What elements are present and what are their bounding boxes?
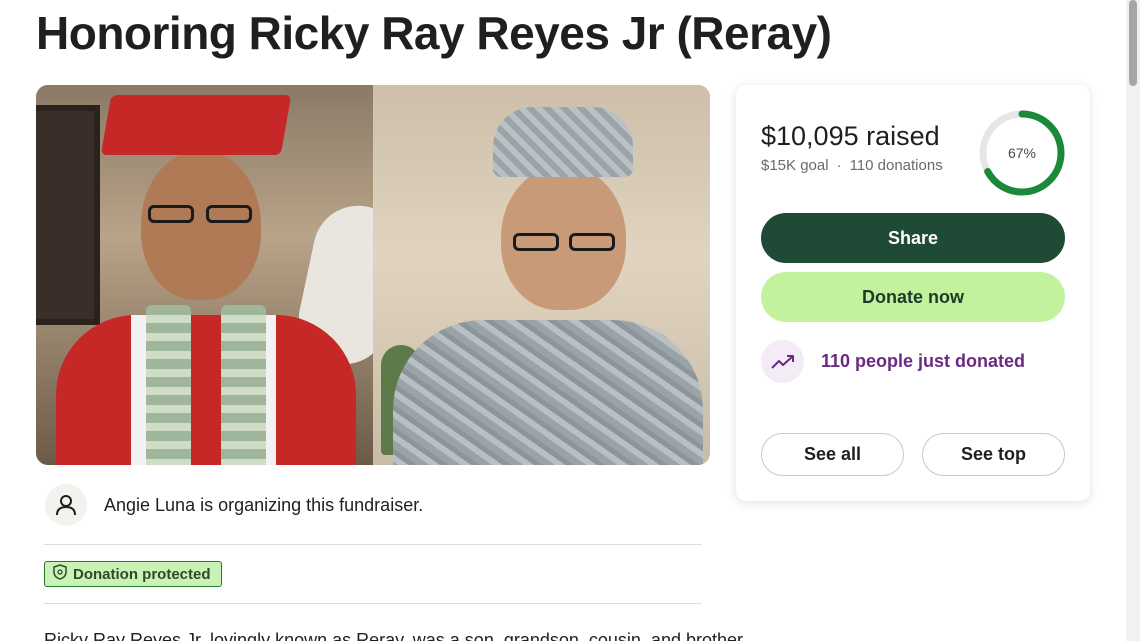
share-button[interactable]: Share (761, 213, 1065, 263)
organizer-text: Angie Luna is organizing this fundraiser… (104, 494, 424, 515)
picture-frame (36, 105, 100, 325)
organizer-row[interactable]: Angie Luna is organizing this fundraiser… (45, 484, 423, 526)
scrollbar-thumb[interactable] (1129, 0, 1137, 86)
goal-amount: $15K goal (761, 157, 829, 174)
glasses-left (148, 205, 194, 223)
graduation-cap (100, 95, 292, 155)
donation-protected-badge[interactable]: Donation protected (44, 561, 222, 587)
donation-card: $10,095 raised $15K goal · 110 donations… (736, 85, 1090, 501)
page-title: Honoring Ricky Ray Reyes Jr (Reray) (36, 7, 832, 59)
donation-count: 110 donations (849, 157, 943, 174)
shield-icon (53, 563, 67, 585)
amount-raised: $10,095 raised (761, 121, 940, 151)
graduate-face (141, 150, 261, 300)
glasses-left (513, 233, 559, 251)
military-uniform (393, 320, 703, 465)
divider (44, 603, 702, 604)
graduation-photo (36, 85, 373, 465)
graduation-gown (56, 315, 356, 465)
trending-up-icon (761, 340, 804, 383)
donate-now-button[interactable]: Donate now (761, 272, 1065, 322)
donation-protected-label: Donation protected (73, 565, 211, 583)
military-photo (373, 85, 710, 465)
meta-separator: · (836, 157, 842, 174)
fundraiser-photo (36, 85, 710, 465)
see-top-button[interactable]: See top (922, 433, 1065, 476)
recent-donations-text: 110 people just donated (821, 351, 1026, 371)
person-icon (45, 484, 87, 526)
scrollbar[interactable] (1126, 0, 1140, 641)
money-lei-left (146, 305, 191, 465)
see-all-button[interactable]: See all (761, 433, 904, 476)
glasses-right (206, 205, 252, 223)
military-cap (493, 107, 633, 177)
divider (44, 544, 702, 545)
progress-percent: 67% (1007, 145, 1037, 161)
goal-meta: $15K goal · 110 donations (761, 157, 943, 174)
glasses-right (569, 233, 615, 251)
money-lei-right (221, 305, 266, 465)
recent-donations: 110 people just donated (761, 340, 1025, 383)
story-text: Ricky Ray Reyes Jr, lovingly known as Re… (44, 630, 743, 641)
